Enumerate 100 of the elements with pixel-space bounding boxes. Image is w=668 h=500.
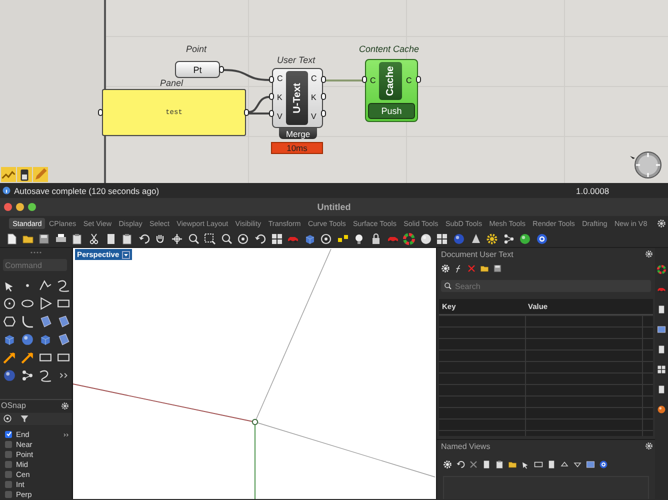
- copy-icon[interactable]: [547, 460, 556, 469]
- checkbox[interactable]: [5, 470, 12, 478]
- lock-icon[interactable]: [370, 232, 382, 244]
- sphere-icon[interactable]: [453, 232, 466, 244]
- search-icon: [444, 282, 452, 290]
- window-title: Untitled: [317, 202, 351, 212]
- folder-icon[interactable]: [508, 460, 517, 469]
- help-icon[interactable]: [536, 232, 548, 244]
- color-wheel-icon[interactable]: [403, 232, 416, 244]
- port-icon[interactable]: [321, 76, 326, 83]
- save-icon[interactable]: [493, 264, 502, 273]
- component-title: Content Cache: [359, 44, 420, 54]
- port-icon[interactable]: [269, 110, 274, 117]
- timing-badge: 10ms: [271, 142, 323, 154]
- chart-icon[interactable]: [1, 167, 16, 182]
- help-icon[interactable]: [599, 460, 608, 469]
- battery-icon[interactable]: [17, 167, 32, 182]
- port-label: V: [277, 112, 283, 121]
- delete-icon[interactable]: [467, 264, 476, 273]
- undo-icon[interactable]: [456, 460, 465, 469]
- sphere-icon[interactable]: [657, 405, 666, 414]
- panel-title: OSnap: [1, 401, 26, 410]
- checkbox[interactable]: [5, 440, 12, 448]
- component-title: Panel: [160, 78, 184, 88]
- port-icon[interactable]: [321, 110, 326, 117]
- printer-icon[interactable]: [54, 232, 67, 244]
- paste-icon[interactable]: [121, 232, 134, 244]
- port-icon[interactable]: [219, 66, 224, 73]
- copy-icon[interactable]: [104, 232, 117, 244]
- settings-icon[interactable]: [657, 218, 666, 228]
- caret-icon[interactable]: [122, 250, 130, 258]
- pointer-icon[interactable]: [521, 460, 530, 469]
- undo-icon[interactable]: [138, 232, 150, 244]
- gear-icon[interactable]: [486, 232, 498, 244]
- push-button[interactable]: Push: [368, 103, 415, 119]
- port-label: C: [406, 77, 412, 85]
- settings-icon[interactable]: [61, 402, 69, 410]
- move-icon[interactable]: [170, 232, 183, 244]
- checkbox[interactable]: [5, 450, 12, 458]
- copy-icon[interactable]: [482, 460, 491, 469]
- settings-icon[interactable]: [645, 250, 653, 258]
- checkbox[interactable]: [5, 430, 12, 438]
- page-icon[interactable]: [657, 385, 666, 394]
- folder-icon[interactable]: [480, 264, 489, 273]
- port-icon[interactable]: [416, 76, 421, 83]
- point-node[interactable]: Pt: [175, 61, 220, 78]
- zoom-window-icon[interactable]: [204, 232, 216, 244]
- sphere-icon[interactable]: [519, 232, 532, 244]
- checkbox[interactable]: [5, 480, 12, 488]
- delete-icon[interactable]: [469, 460, 478, 469]
- zoom-icon[interactable]: [188, 232, 200, 244]
- scissors-icon[interactable]: [88, 232, 100, 244]
- paste-icon[interactable]: [495, 460, 504, 469]
- function-icon[interactable]: [454, 264, 463, 273]
- checkbox[interactable]: [5, 490, 12, 498]
- port-icon[interactable]: [98, 109, 103, 116]
- zoom-extents-icon[interactable]: [220, 232, 233, 244]
- car-icon[interactable]: [657, 285, 666, 294]
- port-icon[interactable]: [362, 76, 367, 83]
- settings-icon[interactable]: [645, 442, 653, 450]
- grid-icon[interactable]: [436, 232, 448, 244]
- up-icon[interactable]: [560, 460, 569, 469]
- maximize-button[interactable]: [28, 203, 36, 211]
- new-document-icon[interactable]: [5, 232, 17, 244]
- close-button[interactable]: [4, 203, 12, 211]
- panel-title: Named Views: [441, 442, 490, 450]
- save-icon[interactable]: [38, 232, 50, 244]
- image-icon[interactable]: [657, 325, 666, 334]
- rotate-icon[interactable]: [254, 232, 266, 244]
- version-label: 1.0.0008: [576, 186, 610, 196]
- sphere-icon[interactable]: [420, 232, 432, 244]
- cube-icon[interactable]: [304, 232, 316, 244]
- component-title: Point: [186, 44, 207, 54]
- color-wheel-icon[interactable]: [657, 265, 666, 274]
- command-field[interactable]: Command: [3, 259, 67, 272]
- down-icon[interactable]: [573, 460, 582, 469]
- cone-icon[interactable]: [470, 232, 482, 244]
- target-icon[interactable]: [237, 232, 250, 244]
- filter-icon[interactable]: [20, 414, 29, 424]
- search-field[interactable]: Search: [441, 280, 651, 292]
- panel-title: Document User Text: [441, 250, 514, 258]
- network-icon[interactable]: [502, 232, 515, 244]
- page-icon[interactable]: [657, 345, 666, 354]
- hand-icon[interactable]: [154, 232, 166, 244]
- grid-icon[interactable]: [270, 232, 282, 244]
- port-icon[interactable]: [269, 93, 274, 100]
- checkbox[interactable]: [5, 460, 12, 468]
- minimize-button[interactable]: [16, 203, 24, 211]
- clipboard-icon[interactable]: [71, 232, 84, 244]
- folder-icon[interactable]: [22, 232, 34, 244]
- navigation-wheel-icon[interactable]: [628, 150, 664, 180]
- bulb-icon[interactable]: [353, 232, 366, 244]
- snap-icon[interactable]: [3, 414, 12, 424]
- port-icon[interactable]: [244, 109, 249, 116]
- port-icon[interactable]: [269, 76, 274, 83]
- port-label: K: [277, 94, 283, 102]
- component-name: Cache: [379, 62, 402, 100]
- grip-icon[interactable]: [30, 251, 42, 254]
- target-icon[interactable]: [320, 232, 332, 244]
- port-icon[interactable]: [321, 93, 326, 100]
